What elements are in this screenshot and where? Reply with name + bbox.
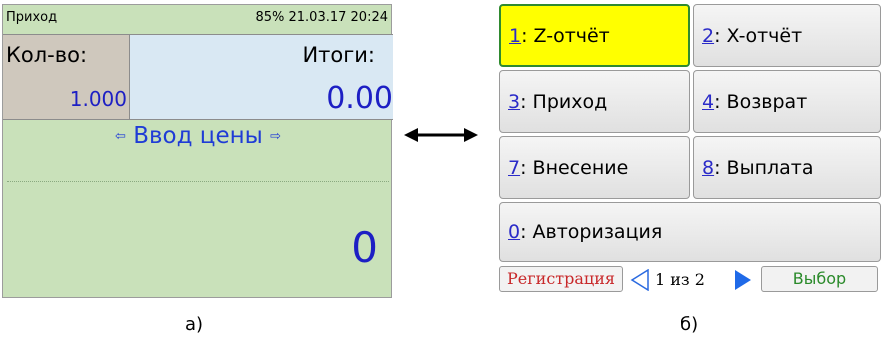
page-indicator: 1 из 2: [655, 270, 705, 289]
bottom-bar: Регистрация 1 из 2 Выбор: [497, 264, 881, 298]
status-mode: Приход: [6, 10, 58, 25]
total-label: Итоги:: [302, 43, 375, 67]
caption-b: б): [680, 314, 699, 335]
double-arrow-icon: [404, 128, 478, 142]
cash-in-button[interactable]: 7: Внесение: [499, 136, 690, 199]
button-label: : Внесение: [520, 156, 629, 179]
arrow-right-icon: ⇨: [270, 129, 282, 144]
key-label: 3: [508, 90, 521, 113]
z-report-button[interactable]: 1: Z-отчёт: [499, 4, 690, 67]
price-entry-prompt: ⇦ Ввод цены ⇨: [3, 123, 393, 149]
quantity-value: 1.000: [69, 87, 127, 111]
button-label: : Приход: [520, 90, 608, 113]
key-label: 1: [509, 24, 522, 47]
button-label: : Z-отчёт: [521, 24, 610, 47]
total-value: 0.00: [326, 81, 393, 116]
quantity-label: Кол-во:: [6, 43, 88, 67]
x-report-button[interactable]: 2: X-отчёт: [693, 4, 881, 67]
return-button[interactable]: 4: Возврат: [693, 70, 881, 133]
registration-button[interactable]: Регистрация: [499, 266, 623, 292]
prev-page-icon[interactable]: [630, 269, 650, 291]
key-label: 0: [508, 221, 521, 243]
key-label: 2: [702, 24, 715, 47]
key-label: 7: [508, 156, 521, 179]
key-label: 8: [702, 156, 715, 179]
dotted-separator: [7, 181, 389, 182]
button-label: : Выплата: [714, 156, 814, 179]
arrow-left-icon: ⇦: [114, 129, 126, 144]
divider: [3, 119, 393, 120]
status-info: 85% 21.03.17 20:24: [255, 10, 388, 25]
button-label: : Возврат: [714, 90, 808, 113]
button-label: : Авторизация: [520, 221, 663, 243]
authorization-button[interactable]: 0: Авторизация: [499, 202, 881, 262]
button-label: : X-отчёт: [714, 24, 803, 47]
caption-a: а): [185, 314, 204, 335]
key-label: 4: [702, 90, 715, 113]
entry-value: 0: [351, 223, 378, 272]
menu-screen-b: 1: Z-отчёт 2: X-отчёт 3: Приход 4: Возвр…: [497, 2, 881, 300]
cash-out-button[interactable]: 8: Выплата: [693, 136, 881, 199]
cash-register-screen-a: Приход 85% 21.03.17 20:24 Кол-во: 1.000 …: [2, 4, 393, 298]
choose-button[interactable]: Выбор: [761, 266, 878, 292]
price-prompt-label: Ввод цены: [133, 123, 263, 149]
next-page-icon[interactable]: [733, 269, 753, 291]
income-button[interactable]: 3: Приход: [499, 70, 690, 133]
